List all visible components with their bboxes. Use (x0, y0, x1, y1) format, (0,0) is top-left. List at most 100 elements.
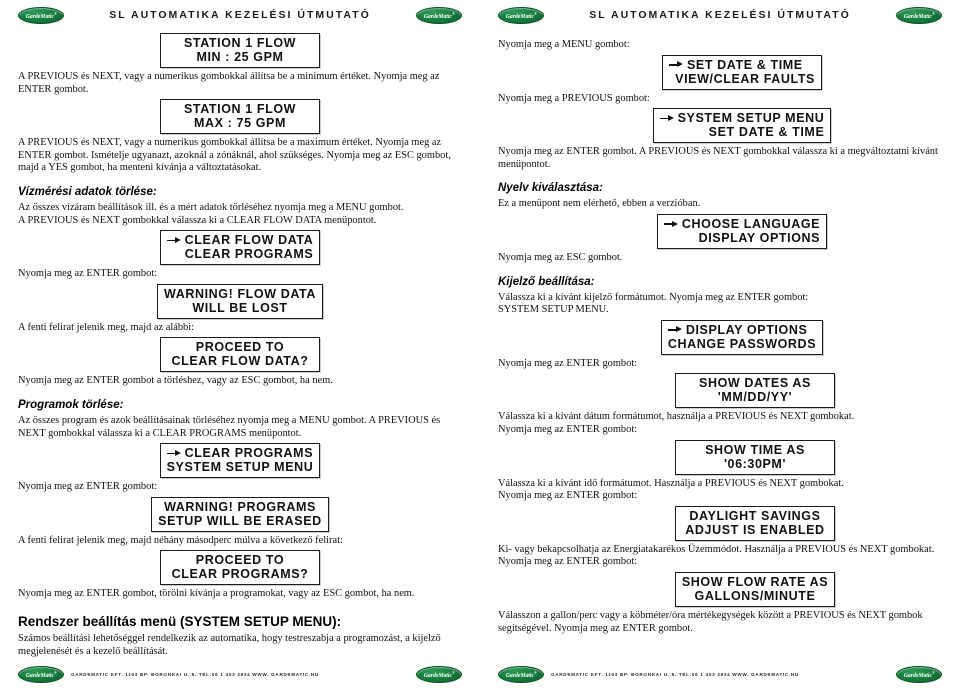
lcd-line: PROCEED TO (195, 340, 285, 355)
left-page-footer: GardeMatic® GARDEMATIC KFT. 1163 BP. BOR… (0, 661, 480, 695)
gardematic-logo-right-top: GardeMatic® (896, 6, 942, 24)
lcd-station-min-wrap: STATION 1 FLOW MIN : 25 GPM (18, 33, 462, 68)
right-page-body: Nyomja meg a MENU gombot: SET DATE & TIM… (480, 26, 960, 661)
logo-wordmark: GardeMatic® (423, 10, 455, 20)
lcd-proceed-programs-wrap: PROCEED TO CLEAR PROGRAMS? (18, 550, 462, 586)
paragraph-system-setup: Számos beállítási lehetőséggel rendelkez… (18, 632, 441, 657)
lcd-line: SHOW FLOW RATE AS (681, 574, 829, 589)
right-page: GardeMatic® SL AUTOMATIKA KEZELÉSI ÚTMUT… (480, 0, 960, 695)
lcd-display-clear-programs-menu: CLEAR PROGRAMS SYSTEM SETUP MENU (159, 443, 321, 479)
paragraph-set-minimum: A PREVIOUS és NEXT, vagy a numerikus gom… (18, 71, 440, 95)
paragraph-clear-flow-1: Az összes vízáram beállítások ill. és a … (18, 201, 404, 213)
gardematic-logo-left-bottom: GardeMatic® (18, 665, 64, 683)
lcd-line: DAYLIGHT SAVINGS (689, 508, 821, 523)
lcd-daylight-savings-wrap: DAYLIGHT SAVINGS ADJUST IS ENABLED (498, 505, 942, 541)
lcd-station-max-wrap: STATION 1 FLOW MAX : 75 GPM (18, 99, 462, 135)
paragraph-daylight-savings: Ki- vagy bekapcsolhatja az Energiatakaré… (498, 543, 935, 568)
gardematic-logo-left-top: GardeMatic® (18, 6, 64, 24)
selection-arrow-icon (667, 325, 683, 334)
footer-contact-text: GARDEMATIC KFT. 1163 BP. BORONKAI U. 8. … (551, 671, 799, 677)
paragraph-language-unavailable: Ez a menüpont nem elérhető, ebben a verz… (498, 198, 701, 210)
lcd-system-setup-wrap: SYSTEM SETUP MENU SET DATE & TIME (498, 108, 942, 144)
logo-wordmark: GardeMatic® (505, 10, 537, 20)
lcd-display-station-min: STATION 1 FLOW MIN : 25 GPM (160, 33, 320, 68)
lcd-display-show-time: SHOW TIME AS '06:30PM' (675, 439, 835, 475)
paragraph-time-format-1: Válassza ki a kívánt idő formátumot. Has… (498, 477, 844, 489)
lcd-show-dates-wrap: SHOW DATES AS 'MM/DD/YY' (498, 373, 942, 409)
lcd-line-selected: CLEAR FLOW DATA (166, 233, 314, 247)
heading-display-settings: Kijelző beállítása: (498, 275, 595, 288)
paragraph-above-text-1: A fenti felirat jelenik meg, majd az alá… (18, 321, 194, 333)
heading-choose-language: Nyelv kiválasztása: (498, 182, 603, 195)
lcd-choose-language-wrap: CHOOSE LANGUAGE DISPLAY OPTIONS (498, 213, 942, 249)
paragraph-clear-flow-2: A PREVIOUS és NEXT gombokkal válassza ki… (18, 214, 377, 226)
lcd-clear-programs-menu-wrap: CLEAR PROGRAMS SYSTEM SETUP MENU (18, 443, 462, 479)
gardematic-logo-right-top: GardeMatic® (416, 6, 462, 24)
lcd-display-daylight-savings: DAYLIGHT SAVINGS ADJUST IS ENABLED (675, 505, 835, 541)
gardematic-logo-left-bottom: GardeMatic® (498, 665, 544, 683)
lcd-display-system-setup-menu: SYSTEM SETUP MENU SET DATE & TIME (652, 108, 832, 144)
heading-clear-flow-data: Vízmérési adatok törlése: (18, 185, 157, 198)
paragraph-press-enter-3: Nyomja meg az ENTER gombot: (498, 357, 638, 369)
right-page-header: GardeMatic® SL AUTOMATIKA KEZELÉSI ÚTMUT… (480, 0, 960, 26)
paragraph-press-previous: Nyomja meg a PREVIOUS gombot: (498, 92, 650, 104)
lcd-line: SHOW TIME AS (705, 442, 805, 457)
logo-wordmark: GardeMatic® (903, 10, 935, 20)
left-page: GardeMatic® SL AUTOMATIKA KEZELÉSI ÚTMUT… (0, 0, 480, 695)
paragraph-date-format-2: Nyomja meg az ENTER gombot: (498, 423, 638, 435)
lcd-set-date-wrap: SET DATE & TIME VIEW/CLEAR FAULTS (498, 54, 942, 90)
gardematic-logo-right-bottom: GardeMatic® (896, 665, 942, 683)
logo-wordmark: GardeMatic® (505, 669, 537, 679)
lcd-line: '06:30PM' (723, 456, 787, 471)
selection-arrow-icon (166, 449, 182, 458)
lcd-line: PROCEED TO (195, 553, 285, 568)
lcd-line: STATION 1 FLOW (183, 36, 297, 50)
paragraph-press-menu: Nyomja meg a MENU gombot: (498, 39, 630, 50)
lcd-flow-rate-wrap: SHOW FLOW RATE AS GALLONS/MINUTE (498, 571, 942, 607)
lcd-display-clear-flow-menu: CLEAR FLOW DATA CLEAR PROGRAMS (159, 230, 321, 266)
paragraph-display-1: Válassza ki a kívánt kijelző formátumot.… (498, 291, 809, 303)
lcd-line: 'MM/DD/YY' (717, 390, 793, 405)
lcd-clear-flow-menu-wrap: CLEAR FLOW DATA CLEAR PROGRAMS (18, 230, 462, 266)
lcd-line: WARNING! FLOW DATA (164, 286, 316, 301)
document-spread: GardeMatic® SL AUTOMATIKA KEZELÉSI ÚTMUT… (0, 0, 960, 695)
logo-wordmark: GardeMatic® (25, 669, 57, 679)
logo-wordmark: GardeMatic® (25, 10, 57, 20)
lcd-line: DISPLAY OPTIONS (698, 230, 821, 245)
left-page-header: GardeMatic® SL AUTOMATIKA KEZELÉSI ÚTMUT… (0, 0, 480, 26)
lcd-display-display-options: DISPLAY OPTIONS CHANGE PASSWORDS (660, 319, 824, 355)
lcd-line: WARNING! PROGRAMS (164, 499, 316, 514)
lcd-display-proceed-flow: PROCEED TO CLEAR FLOW DATA? (160, 337, 320, 373)
lcd-display-proceed-programs: PROCEED TO CLEAR PROGRAMS? (160, 550, 320, 586)
lcd-line: VIEW/CLEAR FAULTS (675, 71, 815, 86)
page-title: SL AUTOMATIKA KEZELÉSI ÚTMUTATÓ (589, 9, 851, 21)
selection-arrow-icon (669, 60, 684, 69)
lcd-warning-flow-wrap: WARNING! FLOW DATA WILL BE LOST (18, 283, 462, 319)
paragraph-confirm-programs: Nyomja meg az ENTER gombot, törölni kívá… (18, 588, 415, 600)
lcd-proceed-flow-wrap: PROCEED TO CLEAR FLOW DATA? (18, 337, 462, 373)
lcd-display-station-max: STATION 1 FLOW MAX : 75 GPM (160, 99, 320, 135)
paragraph-confirm-flow: Nyomja meg az ENTER gombot a törléshez, … (18, 375, 333, 387)
paragraph-press-esc: Nyomja meg az ESC gombot. (498, 251, 623, 263)
lcd-display-warning-flow: WARNING! FLOW DATA WILL BE LOST (157, 283, 323, 319)
lcd-show-time-wrap: SHOW TIME AS '06:30PM' (498, 439, 942, 475)
right-page-footer: GardeMatic® GARDEMATIC KFT. 1163 BP. BOR… (480, 661, 960, 695)
lcd-line: CLEAR PROGRAMS (184, 247, 314, 262)
lcd-line: WILL BE LOST (192, 300, 288, 315)
paragraph-press-enter-2: Nyomja meg az ENTER gombot: (18, 481, 158, 493)
footer-contact-text: GARDEMATIC KFT. 1163 BP. BORONKAI U. 8. … (71, 671, 319, 677)
lcd-line: GALLONS/MINUTE (694, 588, 816, 603)
paragraph-set-maximum: A PREVIOUS és NEXT, vagy a numerikus gom… (18, 137, 451, 174)
paragraph-date-format-1: Válassza ki a kívánt dátum formátumot, h… (498, 411, 855, 423)
lcd-line-selected: SET DATE & TIME (669, 58, 815, 72)
gardematic-logo-left-top: GardeMatic® (498, 6, 544, 24)
heading-clear-programs: Programok törlése: (18, 398, 124, 411)
paragraph-above-text-2: A fenti felirat jelenik meg, majd néhány… (18, 534, 343, 546)
lcd-line: CHANGE PASSWORDS (667, 336, 817, 351)
lcd-display-warning-programs: WARNING! PROGRAMS SETUP WILL BE ERASED (151, 496, 329, 532)
lcd-display-set-date-time: SET DATE & TIME VIEW/CLEAR FAULTS (662, 54, 822, 90)
paragraph-press-enter-1: Nyomja meg az ENTER gombot: (18, 268, 158, 280)
lcd-line: SET DATE & TIME (708, 125, 825, 140)
lcd-line: MAX : 75 GPM (194, 116, 286, 131)
lcd-line: SETUP WILL BE ERASED (158, 513, 322, 528)
